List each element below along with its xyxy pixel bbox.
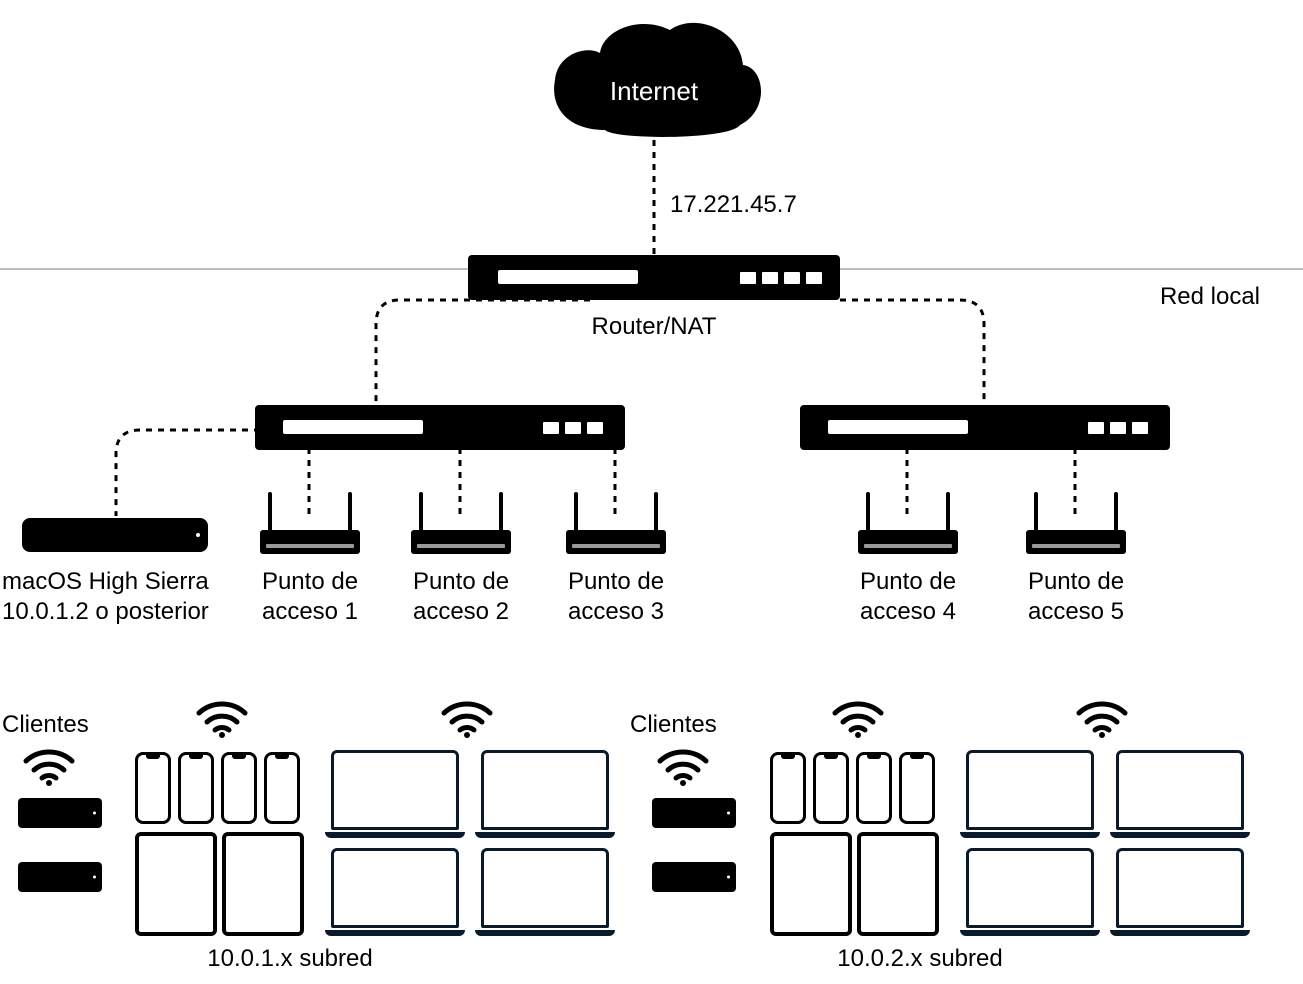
router-device-icon [468, 255, 840, 300]
client-server-icon [18, 798, 102, 828]
mac-server-icon [22, 518, 208, 552]
client-server-icon [652, 798, 736, 828]
tablet-icon [857, 832, 939, 936]
phone-icon [856, 752, 892, 824]
laptop-icon [960, 848, 1100, 936]
router-label: Router/NAT [468, 312, 840, 342]
wifi-icon [195, 697, 249, 739]
wifi-icon [831, 697, 885, 739]
client-server-icon [18, 862, 102, 892]
access-point-3-label: Punto de acceso 3 [546, 567, 686, 627]
mac-server-label: macOS High Sierra 10.0.1.2 o posterior [0, 567, 227, 627]
lan-label: Red local [1060, 282, 1260, 312]
laptop-icon [325, 848, 465, 936]
phone-icon [899, 752, 935, 824]
subnet-2-label: 10.0.2.x subred [770, 944, 1070, 974]
access-point-3-icon [566, 490, 666, 554]
laptop-icon [475, 848, 615, 936]
wifi-icon [440, 697, 494, 739]
laptop-icon [475, 750, 615, 838]
mac-server-line1: macOS High Sierra [2, 568, 209, 595]
laptop-icon [1110, 848, 1250, 936]
phone-icon [813, 752, 849, 824]
phone-icon [770, 752, 806, 824]
tablet-icon [222, 832, 304, 936]
laptop-icon [960, 750, 1100, 838]
phone-icon [264, 752, 300, 824]
client-server-icon [652, 862, 736, 892]
laptop-icon [1110, 750, 1250, 838]
laptop-icon [325, 750, 465, 838]
switch-left-icon [255, 405, 625, 450]
wifi-icon [1075, 697, 1129, 739]
mac-server-line2: 10.0.1.2 o posterior [2, 598, 209, 625]
tablet-icon [135, 832, 217, 936]
access-point-1-label: Punto de acceso 1 [240, 567, 380, 627]
cloud-label: Internet [545, 75, 763, 108]
access-point-5-icon [1026, 490, 1126, 554]
access-point-2-icon [411, 490, 511, 554]
access-point-4-label: Punto de acceso 4 [838, 567, 978, 627]
phone-icon [221, 752, 257, 824]
phone-icon [135, 752, 171, 824]
clients-label-1: Clientes [0, 710, 122, 740]
access-point-5-label: Punto de acceso 5 [1006, 567, 1146, 627]
access-point-1-icon [260, 490, 360, 554]
subnet-1-label: 10.0.1.x subred [140, 944, 440, 974]
access-point-2-label: Punto de acceso 2 [391, 567, 531, 627]
tablet-icon [770, 832, 852, 936]
switch-right-icon [800, 405, 1170, 450]
wifi-icon [656, 745, 710, 787]
wan-ip-label: 17.221.45.7 [670, 190, 850, 220]
clients-label-2: Clientes [630, 710, 750, 740]
access-point-4-icon [858, 490, 958, 554]
wifi-icon [22, 745, 76, 787]
phone-icon [178, 752, 214, 824]
